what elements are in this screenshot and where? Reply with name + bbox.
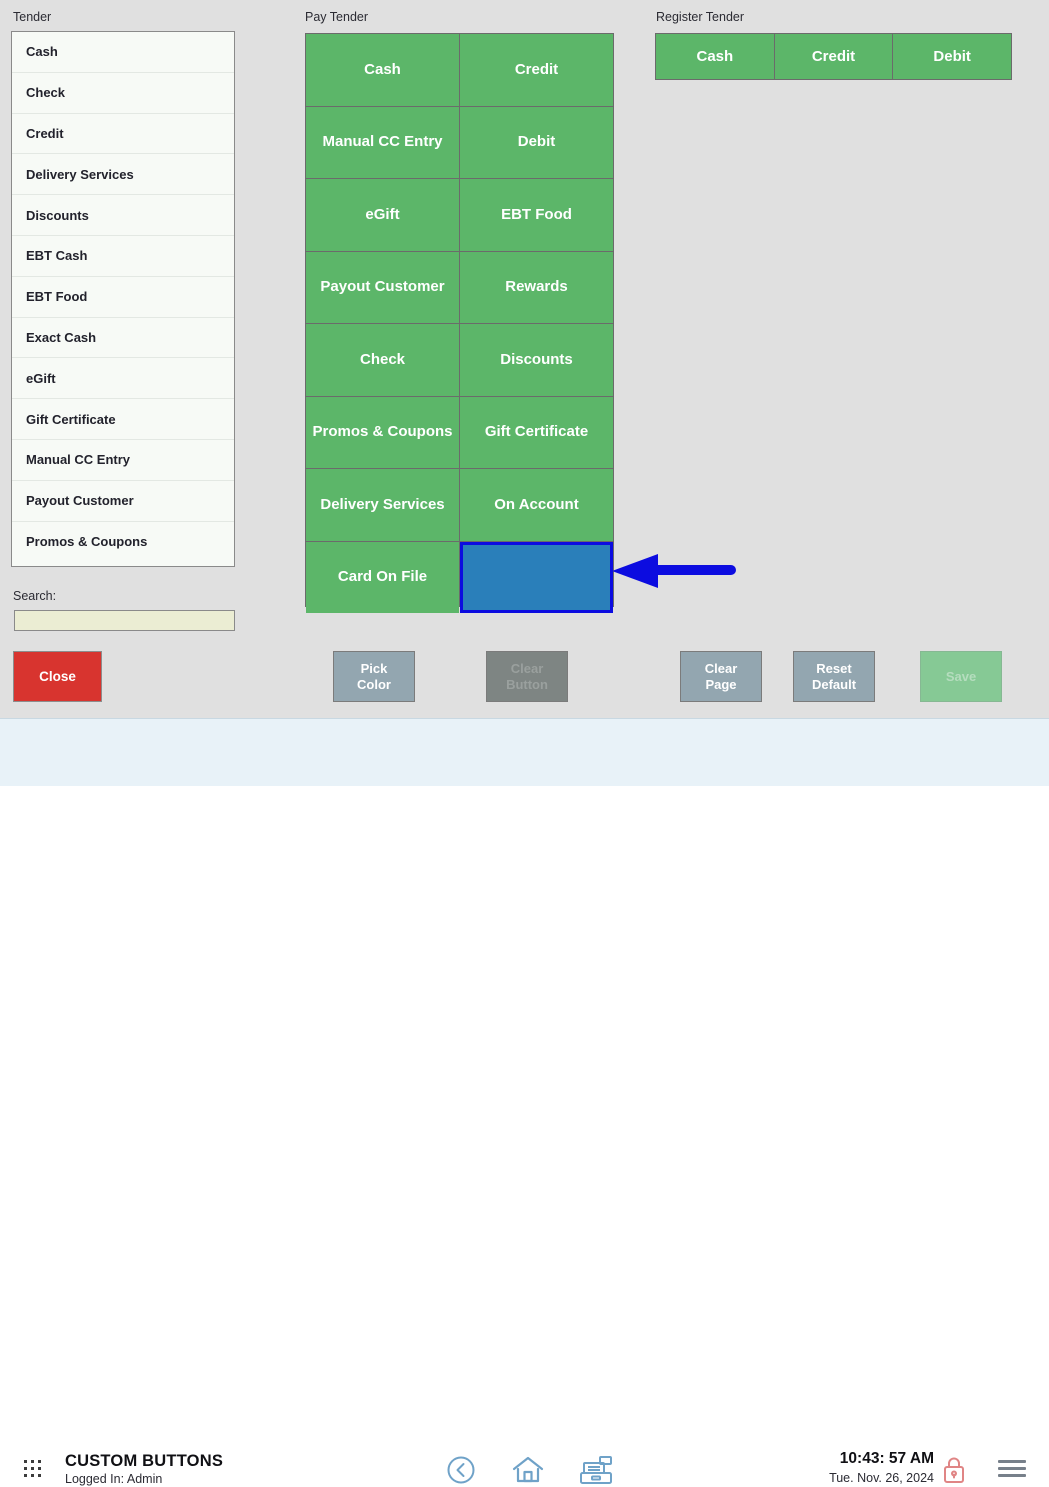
save-button: Save	[920, 651, 1002, 702]
pick-color-button[interactable]: Pick Color	[333, 651, 415, 702]
clear-page-line1: Clear	[704, 660, 738, 676]
tender-list-item[interactable]: Payout Customer	[12, 480, 234, 522]
clear-page-line2: Page	[705, 676, 737, 692]
pay-tender-button[interactable]: Discounts	[460, 324, 613, 396]
register-tender-button[interactable]: Debit	[893, 34, 1011, 79]
pay-tender-button-label: Delivery Services	[320, 495, 445, 513]
tender-section-label: Tender	[13, 10, 52, 24]
annotation-arrow-icon	[612, 554, 736, 588]
tender-list-item[interactable]: Discounts	[12, 195, 234, 236]
back-circle-icon[interactable]	[446, 1455, 476, 1485]
current-time: 10:43: 57 AM	[839, 1450, 934, 1467]
cash-register-icon[interactable]	[578, 1453, 614, 1487]
lock-icon[interactable]	[941, 1456, 967, 1484]
grid-dots-icon[interactable]	[24, 1460, 42, 1478]
pay-tender-button[interactable]: Gift Certificate	[460, 396, 613, 468]
register-tender-button-label: Debit	[933, 48, 971, 65]
pay-tender-section-label: Pay Tender	[305, 10, 369, 24]
pay-tender-button-grid: Cash Credit Manual CC Entry Debit eGift EBT F…	[305, 33, 614, 613]
tender-list-item[interactable]: Exact Cash	[12, 317, 234, 359]
register-tender-button[interactable]: Cash	[656, 34, 774, 79]
hamburger-menu-icon[interactable]	[998, 1460, 1026, 1478]
current-date: Tue. Nov. 26, 2024	[829, 1471, 934, 1485]
tender-list-item-label: Gift Certificate	[26, 411, 116, 427]
pay-tender-button[interactable]: Card On File	[306, 541, 459, 613]
custom-buttons-screen: Tender Cash Check Credit Delivery Services D…	[0, 0, 1049, 1486]
tender-list-item[interactable]: EBT Cash	[12, 235, 234, 277]
tender-list-item[interactable]: Credit	[12, 113, 234, 155]
clear-button-line2: Button	[506, 676, 548, 692]
pay-tender-button[interactable]: Delivery Services	[306, 469, 459, 541]
pay-tender-button[interactable]: EBT Food	[460, 179, 613, 251]
tender-list-item[interactable]: Manual CC Entry	[12, 439, 234, 481]
pay-tender-button-label: eGift	[365, 205, 400, 223]
tender-list-item[interactable]: Cash	[12, 32, 234, 73]
pay-tender-button[interactable]: Manual CC Entry	[306, 106, 459, 178]
tender-list-item-label: Payout Customer	[26, 493, 134, 509]
tender-list-item-label: Promos & Coupons	[26, 534, 148, 550]
tender-list-item-label: Discounts	[26, 207, 89, 223]
pay-tender-button-label: Cash	[364, 60, 401, 78]
pay-tender-button[interactable]: Credit	[460, 34, 613, 106]
pay-tender-button-label: Rewards	[505, 278, 568, 296]
pay-tender-button-label: EBT Food	[501, 205, 572, 223]
tender-list-item-label: Credit	[26, 125, 64, 141]
tender-list-item-label: EBT Food	[26, 289, 88, 305]
register-tender-button-label: Credit	[811, 48, 856, 65]
tender-list-item[interactable]: Gift Certificate	[12, 399, 234, 440]
tender-list[interactable]: Cash Check Credit Delivery Services Discount…	[11, 31, 235, 567]
tender-list-item-label: EBT Cash	[26, 248, 88, 264]
tender-list-item-label: Cash	[26, 44, 58, 60]
pay-tender-button-label: Promos & Coupons	[312, 423, 453, 441]
register-tender-button-row: Cash Credit Debit	[655, 33, 1012, 80]
home-icon[interactable]	[512, 1455, 544, 1485]
tender-list-item[interactable]: Promos & Coupons	[12, 521, 234, 563]
tender-list-item[interactable]: EBT Food	[12, 276, 234, 318]
pay-tender-button-label: Manual CC Entry	[322, 133, 443, 151]
pay-tender-button[interactable]: On Account	[460, 469, 613, 541]
tender-list-item-label: Delivery Services	[26, 166, 134, 182]
pay-tender-button[interactable]: eGift	[306, 179, 459, 251]
pay-tender-button-label: Discounts	[500, 350, 573, 368]
close-button[interactable]: Close	[13, 651, 102, 702]
clear-page-button[interactable]: Clear Page	[680, 651, 762, 702]
pay-tender-button-label: On Account	[494, 495, 579, 513]
pay-tender-button[interactable]: Payout Customer	[306, 251, 459, 323]
logged-in-label: Logged In: Admin	[65, 1472, 163, 1486]
status-bar: CUSTOM BUTTONS Logged In: Admin 10:43: 5…	[0, 718, 1049, 1486]
search-input[interactable]	[14, 610, 235, 631]
pay-tender-button-label: Gift Certificate	[484, 423, 589, 441]
pay-tender-button[interactable]: Promos & Coupons	[306, 396, 459, 468]
pay-tender-button[interactable]: Cash	[306, 34, 459, 106]
tender-list-item-label: Exact Cash	[26, 329, 97, 345]
pick-color-line2: Color	[357, 676, 391, 692]
register-tender-section-label: Register Tender	[656, 10, 745, 24]
reset-default-line1: Reset	[816, 660, 852, 676]
tender-list-item-label: eGift	[26, 370, 56, 386]
reset-default-button[interactable]: Reset Default	[793, 651, 875, 702]
pay-tender-button-label: Card On File	[337, 568, 428, 586]
pay-tender-button[interactable]: Check	[306, 324, 459, 396]
tender-list-item[interactable]: Delivery Services	[12, 154, 234, 196]
pay-tender-button-label: Payout Customer	[320, 278, 445, 296]
pay-tender-button-label: Check	[359, 350, 406, 368]
tender-list-item-label: Check	[26, 85, 66, 101]
reset-default-line2: Default	[811, 676, 857, 692]
pay-tender-button-label: Credit	[514, 60, 559, 78]
pay-tender-button[interactable]: Rewards	[460, 251, 613, 323]
clear-button-button: Clear Button	[486, 651, 568, 702]
pick-color-line1: Pick	[360, 660, 388, 676]
clear-button-line1: Clear	[510, 660, 544, 676]
search-label: Search:	[13, 589, 57, 603]
register-tender-button[interactable]: Credit	[774, 34, 893, 79]
register-tender-button-label: Cash	[696, 48, 734, 65]
tender-list-item[interactable]: Check	[12, 72, 234, 114]
pay-tender-button-label: Debit	[517, 133, 556, 151]
pay-tender-button[interactable]: Debit	[460, 106, 613, 178]
pay-tender-empty-slot-selected[interactable]	[460, 541, 613, 613]
tender-list-item[interactable]: eGift	[12, 358, 234, 400]
page-title: CUSTOM BUTTONS	[65, 1452, 224, 1470]
tender-list-item-label: Manual CC Entry	[26, 452, 131, 468]
